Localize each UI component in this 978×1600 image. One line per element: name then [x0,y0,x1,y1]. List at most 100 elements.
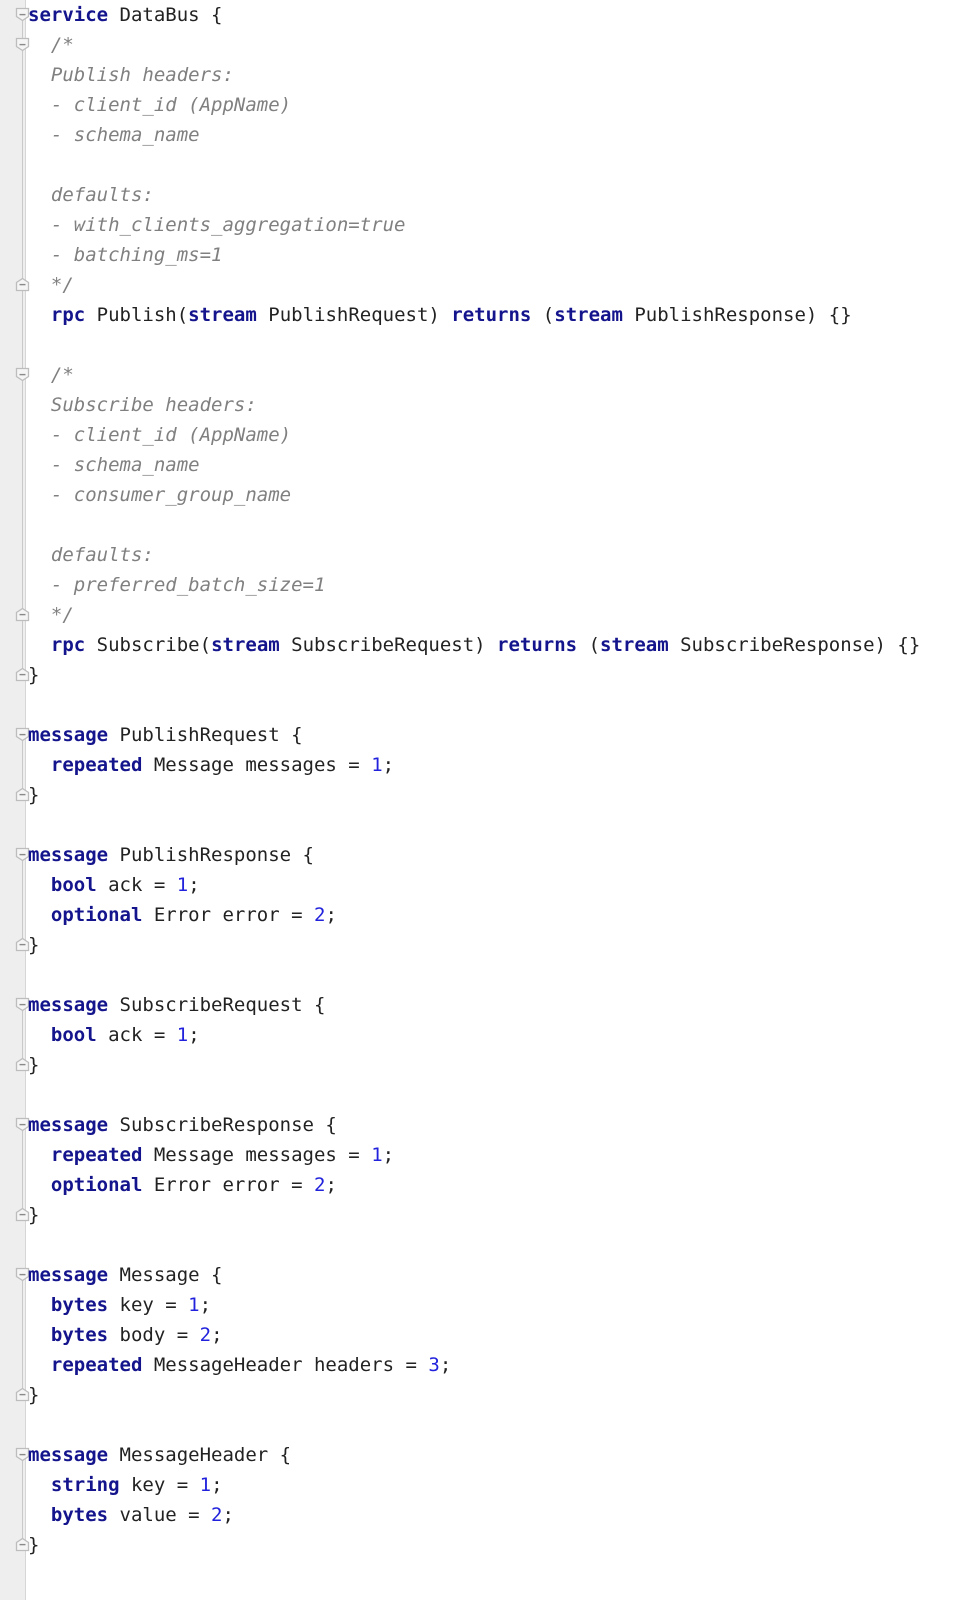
code-line[interactable]: Subscribe headers: [28,390,257,420]
code-line[interactable]: } [28,930,39,960]
comment-token: - client_id (AppName) [28,94,292,116]
code-line[interactable]: - with_clients_aggregation=true [28,210,406,240]
comment-token: - preferred_batch_size=1 [28,574,326,596]
number-token: 1 [199,1474,212,1496]
text-token: SubscribeRequest { [108,994,326,1016]
code-line[interactable]: } [28,1380,39,1410]
text-token: Message { [108,1264,223,1286]
text-token: ack = [96,1024,177,1046]
text-token: ; [382,1144,395,1166]
keyword-token: stream [211,634,280,656]
comment-token: defaults: [28,184,154,206]
code-line[interactable]: bool ack = 1; [28,870,200,900]
keyword-token: stream [188,304,257,326]
text-token: } [28,784,40,806]
code-line[interactable]: defaults: [28,540,154,570]
comment-token: - schema_name [28,454,200,476]
keyword-token: optional [50,1174,143,1196]
code-line[interactable]: string key = 1; [28,1470,223,1500]
comment-token: - schema_name [28,124,200,146]
text-token: Error error = [142,1174,314,1196]
comment-token: Subscribe headers: [28,394,257,416]
comment-token: - consumer_group_name [28,484,292,506]
text-token: ; [222,1504,234,1526]
code-line[interactable]: message Message { [28,1260,222,1290]
code-line[interactable]: bytes value = 2; [28,1500,234,1530]
text-token: ( [577,634,601,656]
text-token: ; [188,874,200,896]
code-line[interactable]: rpc Subscribe(stream SubscribeRequest) r… [28,630,920,660]
code-line[interactable]: - preferred_batch_size=1 [28,570,326,600]
code-line[interactable]: } [28,780,39,810]
keyword-token: repeated [50,754,143,776]
code-line[interactable]: service DataBus { [28,0,222,30]
text-token: body = [108,1324,200,1346]
code-line[interactable]: message SubscribeRequest { [28,990,325,1020]
code-line[interactable]: rpc Publish(stream PublishRequest) retur… [28,300,852,330]
code-line[interactable]: optional Error error = 2; [28,1170,337,1200]
code-line[interactable]: defaults: [28,180,154,210]
code-line[interactable]: - client_id (AppName) [28,420,291,450]
code-line[interactable]: bool ack = 1; [28,1020,200,1050]
text-token: Error error = [142,904,314,926]
code-line[interactable]: - batching_ms=1 [28,240,223,270]
text-token: value = [108,1504,212,1526]
code-line[interactable]: - client_id (AppName) [28,90,291,120]
code-line[interactable]: } [28,1530,39,1560]
code-line[interactable]: bytes body = 2; [28,1320,223,1350]
code-line[interactable]: bytes key = 1; [28,1290,211,1320]
code-line[interactable]: - schema_name [28,450,200,480]
code-line[interactable]: Publish headers: [28,60,234,90]
code-line[interactable]: } [28,1050,39,1080]
code-content[interactable]: service DataBus { /* Publish headers: - … [0,0,978,1600]
keyword-token: rpc [50,304,86,326]
code-line[interactable]: } [28,1200,39,1230]
code-line[interactable]: - consumer_group_name [28,480,291,510]
text-token: SubscribeResponse) {} [668,634,921,656]
number-token: 1 [188,1294,200,1316]
text-token: } [28,1054,40,1076]
code-line[interactable]: /* [28,30,74,60]
comment-token: Publish headers: [28,64,234,86]
number-token: 2 [314,1174,326,1196]
code-line[interactable]: repeated MessageHeader headers = 3; [28,1350,451,1380]
text-token: ; [211,1324,223,1346]
text-token: MessageHeader { [108,1444,292,1466]
text-token: key = [119,1474,200,1496]
comment-token: /* [28,34,74,56]
code-line[interactable]: } [28,660,39,690]
keyword-token: message [28,994,109,1016]
code-line[interactable]: message PublishRequest { [28,720,303,750]
text-token: } [28,1204,40,1226]
text-token: MessageHeader headers = [142,1354,429,1376]
code-line[interactable]: - schema_name [28,120,200,150]
text-token: Message messages = [142,754,372,776]
number-token: 2 [314,904,326,926]
number-token: 1 [176,874,189,896]
code-editor[interactable]: service DataBus { /* Publish headers: - … [0,0,978,1600]
number-token: 1 [176,1024,189,1046]
keyword-token: bool [50,874,97,896]
code-line[interactable]: message MessageHeader { [28,1440,291,1470]
code-line[interactable]: message PublishResponse { [28,840,314,870]
code-line[interactable]: repeated Message messages = 1; [28,1140,394,1170]
code-line[interactable]: */ [28,600,74,630]
code-line[interactable]: optional Error error = 2; [28,900,337,930]
text-token: PublishResponse { [108,844,314,866]
code-line[interactable]: /* [28,360,74,390]
keyword-token: returns [497,634,578,656]
code-line[interactable]: message SubscribeResponse { [28,1110,337,1140]
code-line[interactable]: */ [28,270,74,300]
text-token: Message messages = [142,1144,372,1166]
text-token: key = [108,1294,189,1316]
text-token: DataBus { [108,4,223,26]
code-line[interactable]: repeated Message messages = 1; [28,750,394,780]
